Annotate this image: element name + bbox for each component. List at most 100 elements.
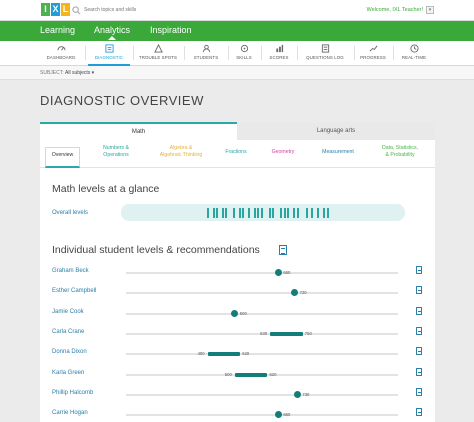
nav-inspiration[interactable]: Inspiration xyxy=(150,25,192,35)
strand-tab-fractions[interactable]: Fractions xyxy=(218,149,254,156)
trouble-spots-icon xyxy=(153,44,163,53)
strand-tab-label: Fractions xyxy=(225,149,247,155)
strand-tabs: Overview Numbers & Operations Algebra & … xyxy=(40,142,435,168)
overall-level-tick xyxy=(248,208,250,218)
recommendations-doc-icon[interactable] xyxy=(416,266,422,274)
level-range-bar[interactable] xyxy=(270,331,303,336)
overall-level-tick xyxy=(225,208,227,218)
recommendations-doc-icon[interactable] xyxy=(416,326,422,335)
strand-tab-geometry[interactable]: Geometry xyxy=(264,149,302,156)
level-dot[interactable] xyxy=(274,269,282,276)
level-range-min: 630 xyxy=(260,330,268,336)
overall-level-tick xyxy=(306,208,308,218)
student-name-link[interactable]: Karla Green xyxy=(52,370,84,376)
tab-progress[interactable]: PROGRESS xyxy=(356,44,390,66)
overall-level-tick xyxy=(213,208,215,218)
glance-heading: Math levels at a glance xyxy=(52,183,160,195)
level-range-bar[interactable] xyxy=(207,352,241,357)
student-name-link[interactable]: Donna Dixon xyxy=(52,349,87,355)
individual-heading: Individual student levels & recommendati… xyxy=(52,244,260,256)
tab-questions-log[interactable]: QUESTIONS LOG xyxy=(300,44,350,66)
recommendations-doc-icon[interactable] xyxy=(416,367,422,376)
strand-tab-algebra[interactable]: Algebra & Algebraic Thinking xyxy=(146,145,216,159)
student-name-link[interactable]: Phillip Halcomb xyxy=(52,390,93,396)
gauge-icon xyxy=(56,46,66,51)
recommendations-doc-icon[interactable] xyxy=(416,408,422,417)
analytics-tabs: DASHBOARD DIAGNOSTIC TROUBLE SPOTS STUDE… xyxy=(0,41,474,66)
student-name-link[interactable]: Carla Crane xyxy=(52,329,84,335)
level-track xyxy=(126,312,398,315)
level-value: 730 xyxy=(302,391,310,397)
level-value: 660 xyxy=(283,270,291,275)
scores-icon xyxy=(275,44,283,53)
divider xyxy=(354,46,355,60)
overall-level-tick xyxy=(242,208,244,218)
level-dot[interactable] xyxy=(231,309,239,317)
tab-diagnostic[interactable]: DIAGNOSTIC xyxy=(88,44,130,66)
overall-level-tick xyxy=(297,208,299,218)
recommendations-doc-icon[interactable] xyxy=(416,286,422,295)
overall-level-tick xyxy=(222,208,224,218)
tab-diagnostic-label: DIAGNOSTIC xyxy=(94,55,124,60)
overall-level-tick xyxy=(284,208,286,218)
tab-dashboard[interactable]: DASHBOARD xyxy=(40,44,82,66)
tab-trouble-spots-label: TROUBLE SPOTS xyxy=(138,55,178,60)
strand-tab-overview[interactable]: Overview xyxy=(45,147,80,168)
nav-learning[interactable]: Learning xyxy=(40,25,75,35)
level-track xyxy=(126,353,398,356)
recommendations-doc-icon[interactable] xyxy=(416,347,422,356)
tab-skills[interactable]: SKILLS xyxy=(230,44,258,66)
tab-scores-label: SCORES xyxy=(269,55,289,60)
strand-tab-measurement[interactable]: Measurement xyxy=(314,149,362,156)
document-icon[interactable] xyxy=(279,245,287,255)
recommendations-doc-icon[interactable] xyxy=(416,306,422,315)
level-dot[interactable] xyxy=(274,411,282,419)
tab-students[interactable]: STUDENTS xyxy=(187,44,225,66)
level-range-max: 620 xyxy=(269,371,277,377)
strand-tab-label: Operations xyxy=(103,152,129,158)
subject-select[interactable]: All subjects ▾ xyxy=(65,70,94,76)
student-name-link[interactable]: Graham Beck xyxy=(52,268,89,274)
tab-skills-label: SKILLS xyxy=(236,55,252,60)
overall-level-tick xyxy=(207,208,209,218)
tab-questions-log-label: QUESTIONS LOG xyxy=(306,55,344,60)
active-nav-indicator xyxy=(108,36,116,40)
search-box[interactable] xyxy=(72,4,252,16)
tab-real-time[interactable]: REAL-TIME xyxy=(396,44,432,66)
level-range-min: 400 xyxy=(197,351,205,357)
diagnostic-card: Math Language arts Overview Numbers & Op… xyxy=(40,122,435,422)
logo-letter-l: L xyxy=(61,3,70,16)
divider xyxy=(228,46,229,60)
student-name-link[interactable]: Esther Campbell xyxy=(52,288,96,294)
level-dot[interactable] xyxy=(293,390,301,398)
tab-math[interactable]: Math xyxy=(40,122,237,140)
student-name-link[interactable]: Jamie Cook xyxy=(52,309,84,315)
progress-icon xyxy=(369,45,377,52)
student-name-link[interactable]: Carrie Hogan xyxy=(52,410,88,416)
account-menu[interactable]: Welcome, IXL Teacher! ▾ xyxy=(367,6,434,14)
nav-analytics[interactable]: Analytics xyxy=(94,25,130,35)
level-range-bar[interactable] xyxy=(234,372,268,377)
search-input[interactable] xyxy=(84,7,244,13)
overall-level-tick xyxy=(293,208,295,218)
ixl-logo[interactable]: I X L xyxy=(41,3,70,16)
divider xyxy=(297,46,298,60)
tab-language-arts[interactable]: Language arts xyxy=(237,122,435,140)
strand-tab-label: & Probability xyxy=(385,152,415,158)
strand-tab-label: Numbers & xyxy=(103,145,129,151)
tab-trouble-spots[interactable]: TROUBLE SPOTS xyxy=(135,44,181,66)
student-row: Carla Crane 630 750 xyxy=(40,326,435,346)
level-value: 720 xyxy=(299,290,307,296)
tab-scores[interactable]: SCORES xyxy=(264,44,294,66)
recommendations-doc-icon[interactable] xyxy=(416,387,422,396)
chevron-down-icon[interactable]: ▾ xyxy=(426,6,434,14)
welcome-text: Welcome, IXL Teacher! xyxy=(366,7,423,13)
page-title: DIAGNOSTIC OVERVIEW xyxy=(40,93,204,108)
student-row: Donna Dixon 400 520 xyxy=(40,346,435,366)
level-dot[interactable] xyxy=(291,289,299,297)
divider xyxy=(85,46,86,60)
strand-tab-label: Data, Statistics, xyxy=(381,145,419,151)
tab-students-label: STUDENTS xyxy=(193,55,219,60)
strand-tab-numbers-operations[interactable]: Numbers & Operations xyxy=(92,145,140,159)
strand-tab-data-statistics[interactable]: Data, Statistics, & Probability xyxy=(370,145,430,159)
